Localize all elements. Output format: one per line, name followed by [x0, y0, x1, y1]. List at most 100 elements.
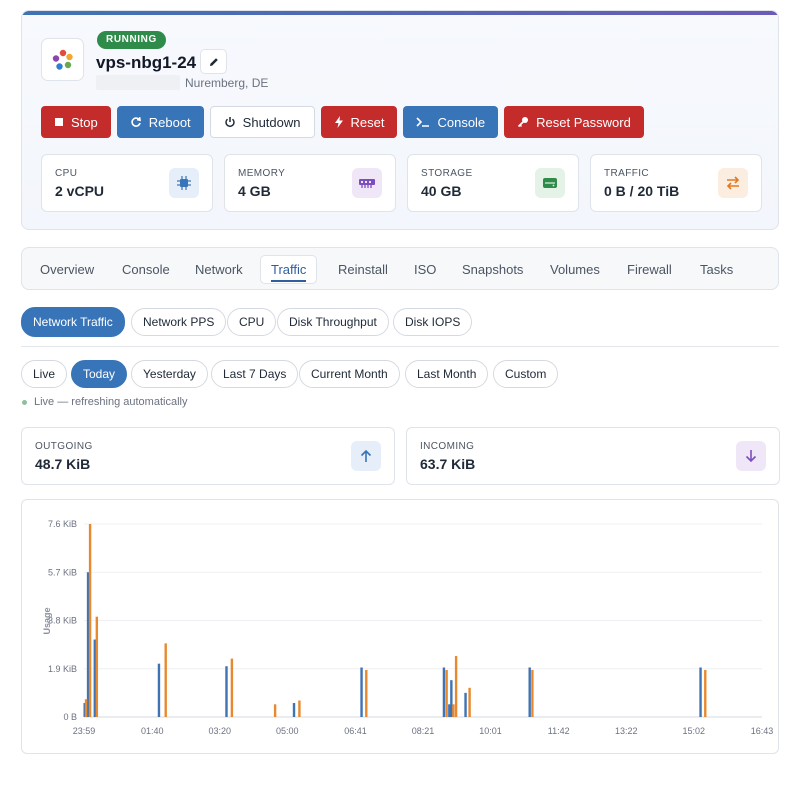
reboot-icon	[131, 117, 141, 127]
tab-firewall[interactable]: Firewall	[617, 255, 682, 284]
storage-icon	[535, 168, 565, 198]
incoming-bar	[445, 670, 448, 717]
outgoing-label: OUTGOING	[35, 441, 93, 452]
tab-overview[interactable]: Overview	[30, 255, 104, 284]
terminal-icon	[416, 117, 430, 127]
accent-bar	[22, 11, 778, 15]
incoming-bar	[468, 687, 471, 717]
server-location: Nuremberg, DE	[185, 76, 269, 90]
lightning-icon	[334, 116, 343, 128]
live-indicator-dot	[22, 400, 27, 405]
incoming-bar	[164, 643, 167, 717]
server-tabs: Overview Console Network Traffic Reinsta…	[21, 247, 779, 290]
shutdown-button[interactable]: Shutdown	[209, 106, 315, 138]
incoming-bar	[298, 700, 301, 717]
range-last-7-days[interactable]: Last 7 Days	[211, 360, 299, 388]
server-name: vps-nbg1-24	[96, 53, 197, 72]
stop-button[interactable]: Stop	[41, 106, 111, 138]
metric-disk-iops[interactable]: Disk IOPS	[393, 308, 473, 336]
traffic-chart: 0 B 1.9 KiB 3.8 KiB 5.7 KiB 7.6 KiB Usage 23:5…	[42, 519, 773, 736]
y-axis-label: Usage	[42, 607, 52, 634]
os-logo-icon	[52, 49, 73, 70]
server-header-card: RUNNING vps-nbg1-24 Nuremberg, DE Stop R…	[21, 10, 779, 230]
key-icon	[518, 117, 529, 128]
range-today[interactable]: Today	[71, 360, 128, 388]
outgoing-bar	[464, 692, 467, 717]
incoming-bar	[454, 656, 458, 717]
storage-stat-value: 40 GB	[421, 183, 462, 199]
storage-stat-card: STORAGE 40 GB	[407, 154, 579, 212]
y-tick-label: 7.6 KiB	[48, 519, 77, 529]
incoming-bar	[273, 704, 277, 717]
outgoing-bar	[528, 667, 531, 717]
traffic-chart-card: 0 B 1.9 KiB 3.8 KiB 5.7 KiB 7.6 KiB Usage 23:5…	[21, 499, 779, 754]
stop-button-label: Stop	[71, 114, 98, 130]
memory-icon	[352, 168, 382, 198]
memory-stat-label: MEMORY	[238, 168, 286, 179]
ip-address-redacted	[96, 75, 180, 90]
incoming-label: INCOMING	[420, 441, 475, 452]
tab-volumes[interactable]: Volumes	[540, 255, 610, 284]
tab-snapshots[interactable]: Snapshots	[452, 255, 533, 284]
y-tick-label: 5.7 KiB	[48, 567, 77, 577]
cpu-stat-card: CPU 2 vCPU	[41, 154, 213, 212]
incoming-bar	[95, 616, 99, 717]
incoming-bar	[88, 524, 92, 717]
reset-password-button-label: Reset Password	[536, 114, 631, 130]
cpu-icon	[169, 168, 199, 198]
x-tick-label: 11:42	[548, 726, 570, 736]
storage-stat-label: STORAGE	[421, 168, 473, 179]
range-last-month[interactable]: Last Month	[405, 360, 489, 388]
outgoing-bar	[225, 666, 228, 717]
tab-traffic-label: Traffic	[271, 262, 307, 282]
range-current-month[interactable]: Current Month	[299, 360, 400, 388]
tab-network[interactable]: Network	[185, 255, 253, 284]
y-tick-label: 1.9 KiB	[48, 664, 77, 674]
live-status-text: Live — refreshing automatically	[34, 396, 188, 408]
reset-button[interactable]: Reset	[320, 106, 398, 138]
traffic-stat-card: TRAFFIC 0 B / 20 TiB	[590, 154, 762, 212]
traffic-stat-label: TRAFFIC	[604, 168, 650, 179]
incoming-bar	[704, 670, 707, 717]
power-icon	[224, 117, 235, 128]
incoming-bar	[531, 670, 534, 717]
metric-cpu[interactable]: CPU	[227, 308, 277, 336]
incoming-bar	[365, 670, 368, 717]
rename-button[interactable]	[200, 49, 227, 74]
action-buttons: Stop Reboot Shutdown Reset Console Reset…	[41, 106, 644, 138]
shutdown-button-label: Shutdown	[242, 114, 301, 130]
tab-tasks[interactable]: Tasks	[690, 255, 743, 284]
reset-button-label: Reset	[350, 114, 385, 130]
console-button[interactable]: Console	[403, 106, 499, 138]
tab-reinstall[interactable]: Reinstall	[328, 255, 398, 284]
incoming-value: 63.7 KiB	[420, 456, 476, 472]
arrow-down-icon	[736, 441, 766, 471]
stop-icon	[55, 118, 63, 126]
memory-stat-card: MEMORY 4 GB	[224, 154, 396, 212]
os-logo	[41, 38, 84, 81]
tab-console[interactable]: Console	[112, 255, 180, 284]
metric-disk-throughput[interactable]: Disk Throughput	[277, 308, 389, 336]
metric-network-traffic[interactable]: Network Traffic	[21, 307, 125, 337]
x-tick-label: 01:40	[141, 726, 164, 736]
outgoing-bar	[699, 667, 702, 717]
metric-network-pps[interactable]: Network PPS	[131, 308, 227, 336]
reboot-button[interactable]: Reboot	[116, 106, 204, 138]
x-tick-label: 15:02	[683, 726, 706, 736]
outgoing-bar	[360, 667, 363, 717]
x-tick-label: 05:00	[276, 726, 299, 736]
range-yesterday[interactable]: Yesterday	[131, 360, 208, 388]
incoming-bar	[84, 699, 88, 717]
x-tick-label: 06:41	[344, 726, 367, 736]
arrow-up-icon	[351, 441, 381, 471]
traffic-stat-value: 0 B / 20 TiB	[604, 183, 680, 199]
range-live[interactable]: Live	[21, 360, 68, 388]
tab-iso[interactable]: ISO	[404, 255, 446, 284]
y-tick-label: 0 B	[63, 712, 77, 722]
range-custom[interactable]: Custom	[493, 360, 559, 388]
incoming-bar	[452, 704, 455, 717]
reset-password-button[interactable]: Reset Password	[504, 106, 644, 138]
status-badge: RUNNING	[97, 31, 166, 49]
tab-traffic[interactable]: Traffic	[260, 255, 318, 284]
memory-stat-value: 4 GB	[238, 183, 271, 199]
